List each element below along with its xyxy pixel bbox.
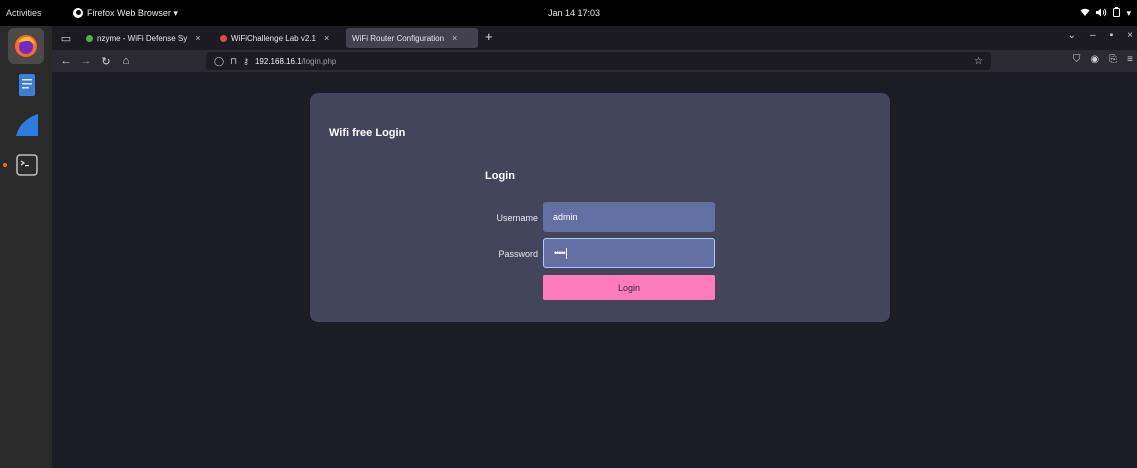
tab-close-icon[interactable]: ×: [324, 33, 329, 43]
pocket-icon[interactable]: ⛉: [1073, 54, 1081, 65]
clock[interactable]: Jan 14 17:03: [548, 0, 600, 26]
app-menu[interactable]: Firefox Web Browser ▾: [73, 0, 178, 26]
tab-nzyme[interactable]: nzyme - WiFi Defense Sy ×: [80, 28, 207, 48]
username-value: admin: [553, 212, 578, 222]
tab-label: WiFi Router Configuration: [352, 33, 445, 43]
tab-close-icon[interactable]: ×: [452, 33, 457, 43]
login-button[interactable]: Login: [543, 275, 715, 300]
password-field[interactable]: •••••: [543, 238, 715, 268]
form-title: Login: [485, 170, 515, 182]
chevron-down-icon: ▾: [1126, 7, 1131, 18]
dock-terminal[interactable]: [14, 152, 40, 178]
tab-strip: ▭ nzyme - WiFi Defense Sy × WiFiChalleng…: [52, 26, 1137, 50]
wifi-icon: [1080, 8, 1090, 19]
app-menu-label: Firefox Web Browser ▾: [87, 7, 178, 18]
insecure-lock-icon[interactable]: ⊓: [230, 56, 237, 67]
menu-icon[interactable]: ≡: [1127, 54, 1133, 65]
firefox-icon: [15, 35, 37, 57]
system-tray[interactable]: ▾: [1080, 0, 1131, 26]
reload-icon[interactable]: ↻: [98, 53, 114, 69]
list-all-tabs-icon[interactable]: ⌄: [1068, 30, 1076, 41]
nzyme-favicon-icon: [86, 34, 93, 42]
password-label: Password: [498, 249, 538, 259]
dock-firefox[interactable]: [8, 28, 44, 64]
username-label: Username: [496, 213, 538, 223]
top-bar: Activities Firefox Web Browser ▾ Jan 14 …: [0, 0, 1137, 26]
running-indicator: [3, 163, 7, 167]
maximize-icon[interactable]: ▪: [1110, 30, 1114, 41]
url-bar[interactable]: ◯ ⊓ ⚷ 192.168.16.1/login.php ☆: [206, 52, 991, 70]
browser-window: ▭ nzyme - WiFi Defense Sy × WiFiChalleng…: [52, 26, 1137, 468]
activities-button[interactable]: Activities: [6, 0, 42, 26]
account-icon[interactable]: ◉: [1090, 54, 1099, 65]
home-icon[interactable]: ⌂: [118, 53, 134, 69]
toolbar-right: ⛉ ◉ ⎘ ≡: [1073, 54, 1133, 65]
dock: [0, 26, 52, 468]
bookmark-star-icon[interactable]: ☆: [974, 56, 983, 67]
dock-wireshark[interactable]: [14, 112, 40, 138]
wifichallenge-favicon-icon: [220, 34, 227, 42]
key-icon[interactable]: ⚷: [243, 57, 249, 66]
nav-bar: ← → ↻ ⌂ ◯ ⊓ ⚷ 192.168.16.1/login.php ☆ ⛉…: [52, 50, 1137, 72]
firefox-small-icon: [73, 8, 83, 18]
extensions-icon[interactable]: ⎘: [1109, 54, 1117, 65]
url-host: 192.168.16.1: [254, 56, 302, 66]
new-tab-button[interactable]: +: [485, 29, 493, 44]
tab-router-config[interactable]: WiFi Router Configuration ×: [346, 28, 478, 48]
text-editor-icon: [19, 74, 35, 96]
back-icon[interactable]: ←: [58, 53, 74, 69]
battery-icon: [1113, 7, 1121, 19]
close-window-icon[interactable]: ×: [1127, 30, 1133, 41]
page-title: Wifi free Login: [329, 127, 406, 139]
login-card: Wifi free Login Login Username admin Pas…: [310, 93, 890, 322]
tab-wifichallenge[interactable]: WiFiChallenge Lab v2.1 ×: [214, 28, 335, 48]
minimize-icon[interactable]: –: [1090, 30, 1096, 41]
wireshark-icon: [16, 114, 38, 136]
terminal-icon: [16, 154, 38, 176]
tab-close-icon[interactable]: ×: [195, 33, 200, 43]
url-path: /login.php: [301, 56, 337, 66]
window-controls: ⌄ – ▪ ×: [1068, 30, 1133, 41]
username-field[interactable]: admin: [543, 202, 715, 232]
tab-label: WiFiChallenge Lab v2.1: [231, 33, 316, 43]
text-cursor: [565, 247, 567, 259]
tab-label: nzyme - WiFi Defense Sy: [97, 33, 188, 43]
page-content: Wifi free Login Login Username admin Pas…: [52, 72, 1137, 468]
password-value: •••••: [554, 248, 566, 258]
volume-icon: [1096, 8, 1107, 19]
tab-overview-icon[interactable]: ▭: [58, 30, 74, 46]
shield-icon[interactable]: ◯: [214, 56, 224, 67]
dock-text-editor[interactable]: [14, 72, 40, 98]
forward-icon[interactable]: →: [78, 53, 94, 69]
